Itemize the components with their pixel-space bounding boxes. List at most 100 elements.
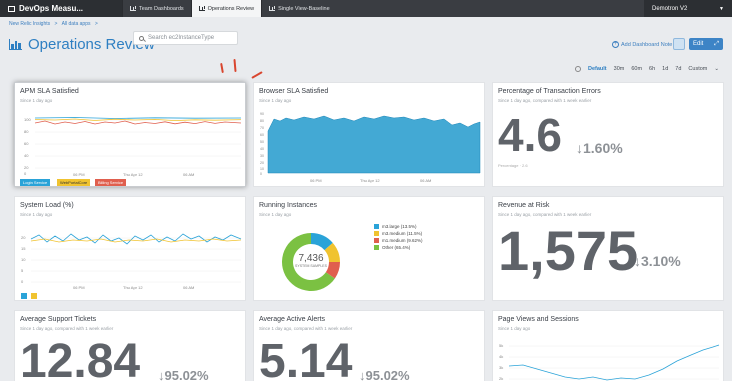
x-tick: 06 AM	[183, 172, 194, 177]
widget-page-views[interactable]: Page Views and Sessions Since 1 day ago …	[492, 310, 724, 381]
y-tick: 10	[21, 257, 26, 262]
time-option-30m[interactable]: 30m	[614, 66, 625, 72]
legend-label: m3.large (13.5%)	[382, 224, 417, 229]
series-line-webportal	[34, 118, 242, 122]
tab-operations-review[interactable]: Operations Review	[190, 0, 262, 17]
search-icon	[139, 35, 144, 41]
breadcrumb-separator: >	[54, 21, 58, 27]
x-tick: 06 AM	[420, 178, 431, 183]
donut-legend: m3.large (13.5%) m3.medium (11.5%) m1.me…	[374, 224, 423, 250]
x-tick: Thu Apr 12	[360, 178, 380, 183]
chart-icon	[198, 6, 205, 11]
x-tick: 06 PM	[73, 285, 85, 290]
y-tick: 20	[260, 161, 264, 165]
widget-support-tickets[interactable]: Average Support Tickets Since 1 day ago,…	[14, 310, 246, 381]
legend-item[interactable]: Other (65.4%)	[374, 245, 423, 250]
annotation-mark	[251, 71, 263, 79]
widget-title: Revenue at Risk	[498, 202, 550, 209]
breadcrumb-link-insights[interactable]: New Relic Insights	[9, 21, 50, 27]
tab-team-dashboards[interactable]: Team Dashboards	[122, 0, 191, 17]
y-tick: 40	[260, 147, 264, 151]
browser-area	[267, 115, 481, 174]
search-placeholder: Search ec2InstanceType	[148, 35, 215, 41]
time-range-picker: Default 30m 60m 6h 1d 7d Custom ⌄	[575, 66, 719, 72]
y-tick: 60	[260, 133, 264, 137]
metric-footnote: Percentage · 2.6	[498, 163, 528, 168]
y-tick: 40	[24, 153, 29, 158]
time-option-1d[interactable]: 1d	[662, 66, 668, 72]
time-option-default[interactable]: Default	[588, 66, 607, 72]
tab-label: Operations Review	[207, 5, 255, 12]
metric-value: 1,575	[498, 219, 639, 282]
widget-title: Average Support Tickets	[20, 316, 97, 323]
account-menu[interactable]: Demotron V2 ▼	[644, 0, 732, 17]
change-value: 3.10%	[641, 253, 681, 269]
breadcrumb: New Relic Insights > All data apps >	[9, 21, 101, 27]
breadcrumb-link-all-data-apps[interactable]: All data apps	[62, 21, 91, 27]
y-tick: 2k	[499, 376, 503, 381]
y-tick: 50	[260, 140, 264, 144]
x-tick: 06 PM	[73, 172, 85, 177]
legend-item[interactable]: m3.medium (11.5%)	[374, 231, 423, 236]
widget-subtitle: Since 1 day ago, compared with 1 week ea…	[20, 326, 114, 331]
legend-billing-service[interactable]: Billing Service	[95, 179, 127, 186]
widget-apm-sla[interactable]: APM SLA Satisfied Since 1 day ago 100 80…	[14, 82, 246, 187]
time-option-custom[interactable]: Custom	[688, 66, 707, 72]
series-line-views	[508, 344, 720, 381]
donut-center-label: SYSTEM SAMPLES	[295, 264, 327, 268]
system-load-line-chart: 20 15 10 5 0 06 PM Thu Apr 12 06 AM	[21, 233, 242, 299]
layout-grid-button[interactable]	[673, 38, 685, 50]
arrow-down-icon: ↓	[576, 140, 583, 156]
app-title-menu[interactable]: DevOps Measu...	[0, 0, 122, 17]
change-value: 95.02%	[164, 368, 209, 381]
legend-item[interactable]: m3.large (13.5%)	[374, 224, 423, 229]
widget-browser-sla[interactable]: Browser SLA Satisfied Since 1 day ago 90…	[253, 82, 485, 187]
y-tick: 90	[260, 112, 264, 116]
breadcrumb-separator: >	[94, 21, 98, 27]
chart-icon	[130, 6, 136, 11]
y-tick: 80	[24, 129, 29, 134]
bar-chart-icon	[9, 39, 22, 50]
donut-center-value: 7,436	[298, 253, 324, 264]
legend-webportalcore[interactable]: WebPortalCore	[57, 179, 91, 186]
plus-icon: +	[612, 41, 619, 48]
expand-icon: ⤢	[714, 40, 719, 47]
y-tick: 5	[21, 268, 24, 273]
series-line-login	[34, 117, 242, 119]
time-option-60m[interactable]: 60m	[631, 66, 642, 72]
legend-login-service[interactable]: Login Service	[20, 179, 51, 186]
time-option-7d[interactable]: 7d	[675, 66, 681, 72]
top-bar: DevOps Measu... Team Dashboards Operatio…	[0, 0, 732, 17]
tab-single-view-baseline[interactable]: Single View-Baseline	[261, 0, 337, 17]
search-input[interactable]: Search ec2InstanceType	[133, 31, 238, 45]
series-line-1	[30, 233, 242, 245]
widget-active-alerts[interactable]: Average Active Alerts Since 1 day ago, c…	[253, 310, 485, 381]
legend-swatch-2	[31, 293, 37, 299]
chart-icon	[269, 6, 276, 11]
metric-change: ↓95.02%	[359, 368, 410, 381]
widget-revenue-at-risk[interactable]: Revenue at Risk Since 1 day ago, compare…	[492, 196, 724, 301]
legend-swatch	[374, 231, 379, 236]
browser-area-chart: 90 80 70 60 50 40 30 20 10 0 06 PM Thu A…	[260, 112, 481, 183]
legend-label: m1.medium (9.62%)	[382, 238, 423, 243]
y-tick: 100	[24, 117, 31, 122]
metric-change: ↓3.10%	[634, 253, 681, 269]
y-tick: 30	[260, 154, 264, 158]
time-option-6h[interactable]: 6h	[649, 66, 655, 72]
add-dashboard-note-button[interactable]: + Add Dashboard Note	[612, 41, 672, 48]
widget-system-load[interactable]: System Load (%) Since 1 day ago 20 15 10…	[14, 196, 246, 301]
y-tick: 15	[21, 246, 26, 251]
legend-item[interactable]: m1.medium (9.62%)	[374, 238, 423, 243]
edit-button[interactable]: Edit ⤢	[689, 38, 723, 50]
legend-swatch	[374, 238, 379, 243]
caret-down-icon: ▼	[719, 5, 724, 12]
widget-subtitle: Since 1 day ago, compared with 1 week ea…	[498, 98, 592, 103]
annotation-mark	[233, 58, 237, 73]
tab-label: Team Dashboards	[139, 5, 184, 12]
widget-running-instances[interactable]: Running Instances Since 1 day ago 7,436 …	[253, 196, 485, 301]
metric-value: 5.14	[259, 335, 353, 381]
y-tick: 0	[21, 279, 24, 284]
clock-icon	[575, 66, 581, 72]
widget-transaction-errors[interactable]: Percentage of Transaction Errors Since 1…	[492, 82, 724, 187]
metric-change: ↓95.02%	[158, 368, 209, 381]
